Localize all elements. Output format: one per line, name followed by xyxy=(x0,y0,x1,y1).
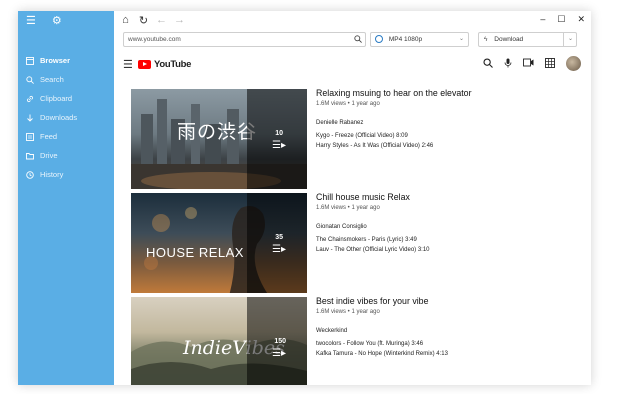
playlist-count: 150 xyxy=(274,338,286,345)
video-thumbnail[interactable]: HOUSE RELAX 35 ☰▸ xyxy=(131,193,307,293)
sidebar-item-label: History xyxy=(40,170,64,179)
channel-name[interactable]: Weckerkind xyxy=(316,328,566,334)
track-list: The Chainsmokers - Paris (Lyric) 3:49 La… xyxy=(316,235,566,255)
avatar[interactable] xyxy=(566,56,581,71)
sidebar-top: ☰ ⚙ xyxy=(26,15,62,27)
reload-icon[interactable]: ↻ xyxy=(137,14,150,27)
video-meta: 1.6M views • 1 year ago xyxy=(316,309,380,315)
search-icon[interactable] xyxy=(483,57,493,70)
microphone-icon[interactable] xyxy=(504,58,512,70)
video-meta: 1.6M views • 1 year ago xyxy=(316,101,380,107)
main-panel: ⌂ ↻ ← → – ☐ ✕ www.youtube.com MP4 1080p … xyxy=(114,11,591,385)
video-title[interactable]: Best indie vibes for your vibe xyxy=(316,296,566,307)
sidebar-item-label: Drive xyxy=(40,151,58,160)
back-arrow-icon[interactable]: ← xyxy=(155,14,168,26)
divider xyxy=(563,33,564,46)
close-icon[interactable]: ✕ xyxy=(577,14,585,25)
clipboard-icon xyxy=(26,95,34,103)
youtube-menu-icon[interactable]: ☰ xyxy=(123,58,133,71)
sidebar-item-label: Feed xyxy=(40,132,58,141)
sidebar-item-label: Browser xyxy=(40,56,71,65)
video-info: Relaxing msuing to hear on the elevator … xyxy=(316,88,566,151)
sidebar-item-label: Downloads xyxy=(40,113,78,122)
create-video-icon[interactable] xyxy=(523,58,534,69)
apps-grid-icon[interactable] xyxy=(545,57,555,70)
download-button[interactable]: ϟ Download ⌄ xyxy=(478,32,577,47)
history-icon xyxy=(26,170,34,179)
playlist-play-icon: ☰▸ xyxy=(272,348,286,359)
playlist-overlay xyxy=(247,193,307,293)
forward-arrow-icon[interactable]: → xyxy=(173,14,186,26)
folder-icon xyxy=(26,152,34,160)
track-list: Kygo - Freeze (Official Video) 8:09 Harr… xyxy=(316,131,566,151)
app-window: ☰ ⚙ Browser Search Clipboard Downloads F… xyxy=(18,11,591,385)
youtube-logo[interactable]: YouTube xyxy=(138,59,191,70)
maximize-icon[interactable]: ☐ xyxy=(557,14,565,25)
video-title[interactable]: Relaxing msuing to hear on the elevator xyxy=(316,88,566,99)
chevron-down-icon: ⌄ xyxy=(458,36,464,42)
youtube-logo-text: YouTube xyxy=(154,59,192,70)
minimize-icon[interactable]: – xyxy=(540,14,545,25)
sidebar-nav: Browser Search Clipboard Downloads Feed … xyxy=(18,51,114,184)
bolt-icon: ϟ xyxy=(484,36,488,43)
video-info: Best indie vibes for your vibe 1.6M view… xyxy=(316,296,566,359)
track-item[interactable]: Kygo - Freeze (Official Video) 8:09 xyxy=(316,131,566,141)
format-value: MP4 1080p xyxy=(388,36,423,43)
video-card[interactable]: HOUSE RELAX 35 ☰▸ Chill house music Rela… xyxy=(131,192,591,297)
playlist-count: 10 xyxy=(275,130,283,137)
home-icon[interactable]: ⌂ xyxy=(119,14,132,26)
playlist-count: 35 xyxy=(275,234,283,241)
channel-name[interactable]: Denielle Rabanez xyxy=(316,120,566,126)
track-item[interactable]: Harry Styles - As It Was (Official Video… xyxy=(316,141,566,151)
track-list: twocolors - Follow You (ft. Muringa) 3:4… xyxy=(316,339,566,359)
playlist-overlay xyxy=(247,89,307,189)
track-item[interactable]: The Chainsmokers - Paris (Lyric) 3:49 xyxy=(316,235,566,245)
sidebar-item-label: Clipboard xyxy=(40,94,73,103)
video-thumbnail[interactable]: 雨の渋谷 10 ☰▸ xyxy=(131,89,307,189)
playlist-play-icon: ☰▸ xyxy=(272,244,286,255)
download-icon xyxy=(26,114,34,122)
video-info: Chill house music Relax 1.6M views • 1 y… xyxy=(316,192,566,255)
video-card[interactable]: 雨の渋谷 10 ☰▸ Relaxing msuing to hear on th… xyxy=(131,88,591,193)
sidebar-item-history[interactable]: History xyxy=(18,165,114,184)
sidebar-item-clipboard[interactable]: Clipboard xyxy=(18,89,114,108)
sidebar-item-downloads[interactable]: Downloads xyxy=(18,108,114,127)
youtube-header-icons xyxy=(483,56,581,71)
url-text: www.youtube.com xyxy=(128,36,181,43)
video-card[interactable]: IndieVibes 150 ☰▸ Best indie vibes for y… xyxy=(131,296,591,385)
video-title[interactable]: Chill house music Relax xyxy=(316,192,566,203)
hamburger-menu-icon[interactable]: ☰ xyxy=(26,15,36,27)
format-select[interactable]: MP4 1080p ⌄ xyxy=(370,32,469,47)
search-icon[interactable] xyxy=(354,33,362,46)
video-feed: 雨の渋谷 10 ☰▸ Relaxing msuing to hear on th… xyxy=(131,88,591,385)
browser-icon xyxy=(26,56,34,65)
channel-name[interactable]: Gionatan Consiglio xyxy=(316,224,566,230)
format-icon xyxy=(375,35,383,43)
url-input[interactable]: www.youtube.com xyxy=(123,32,366,47)
video-thumbnail[interactable]: IndieVibes 150 ☰▸ xyxy=(131,297,307,385)
track-item[interactable]: Lauv - The Other (Official Lyric Video) … xyxy=(316,245,566,255)
track-item[interactable]: Kafka Tamura - No Hope (Winterkind Remix… xyxy=(316,349,566,359)
download-label: Download xyxy=(494,36,524,43)
feed-icon xyxy=(26,132,34,141)
video-meta: 1.6M views • 1 year ago xyxy=(316,205,380,211)
sidebar: ☰ ⚙ Browser Search Clipboard Downloads F… xyxy=(18,11,114,385)
settings-gear-icon[interactable]: ⚙ xyxy=(52,15,62,27)
youtube-play-icon xyxy=(138,60,151,69)
playlist-play-icon: ☰▸ xyxy=(272,140,286,151)
track-item[interactable]: twocolors - Follow You (ft. Muringa) 3:4… xyxy=(316,339,566,349)
youtube-header: ☰ YouTube xyxy=(114,54,591,76)
address-row: www.youtube.com MP4 1080p ⌄ ϟ Download ⌄ xyxy=(123,32,582,47)
chevron-down-icon[interactable]: ⌄ xyxy=(568,33,573,46)
sidebar-item-browser[interactable]: Browser xyxy=(18,51,114,70)
browser-toolbar: ⌂ ↻ ← → – ☐ ✕ xyxy=(114,11,591,29)
window-controls: – ☐ ✕ xyxy=(540,14,585,25)
thumbnail-title: HOUSE RELAX xyxy=(146,245,244,260)
sidebar-item-search[interactable]: Search xyxy=(18,70,114,89)
sidebar-item-label: Search xyxy=(40,75,64,84)
sidebar-item-feed[interactable]: Feed xyxy=(18,127,114,146)
search-icon xyxy=(26,75,34,84)
sidebar-item-drive[interactable]: Drive xyxy=(18,146,114,165)
thumbnail-title: 雨の渋谷 xyxy=(177,121,258,143)
